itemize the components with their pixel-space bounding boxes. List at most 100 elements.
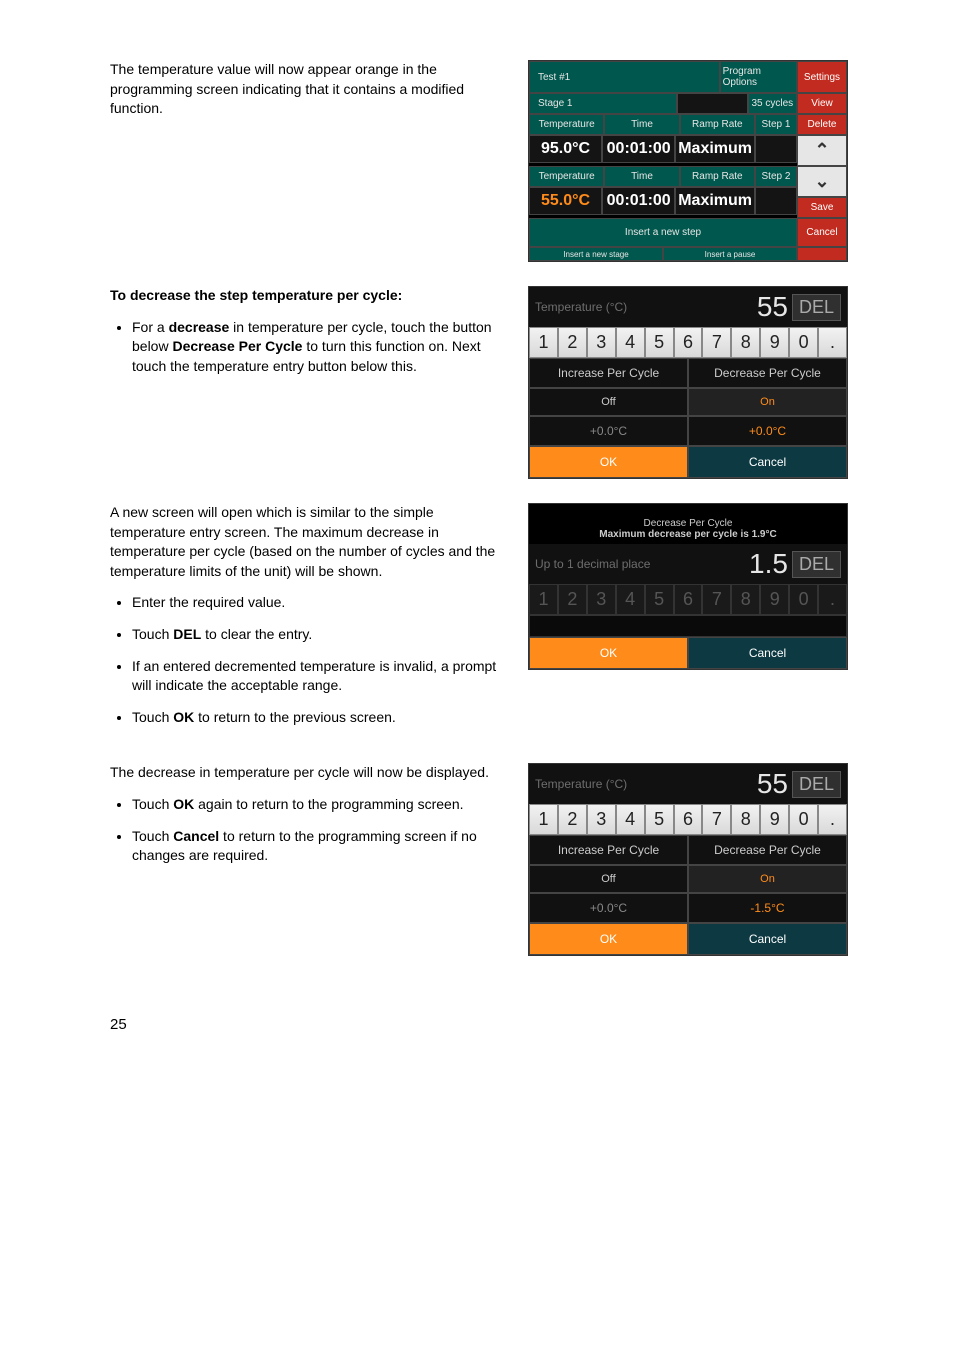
kp3-dec-value-button[interactable]: -1.5°C <box>688 893 847 923</box>
kp3-key-9[interactable]: 9 <box>760 804 789 835</box>
key-7[interactable]: 7 <box>702 327 731 358</box>
cancel-button[interactable]: Cancel <box>797 218 847 247</box>
kp3-inc-off-button[interactable]: Off <box>529 865 688 893</box>
kp1-del-button[interactable]: DEL <box>792 294 841 321</box>
insert-step-button[interactable]: Insert a new step <box>529 218 797 247</box>
page-number: 25 <box>110 1016 904 1033</box>
kp3-key-6[interactable]: 6 <box>674 804 703 835</box>
kp1-dec-header: Decrease Per Cycle <box>688 358 847 388</box>
keypad-panel-1: Temperature (°C) 55 DEL 1 2 3 4 5 6 7 8 … <box>528 286 848 479</box>
delete-button[interactable]: Delete <box>797 114 847 135</box>
keypad-panel-2: Decrease Per Cycle Maximum decrease per … <box>528 503 848 670</box>
key-0[interactable]: 0 <box>789 327 818 358</box>
step2-spacer <box>755 187 797 215</box>
entry-paragraph: A new screen will open which is similar … <box>110 503 510 581</box>
kp2-key-5[interactable]: 5 <box>645 584 674 615</box>
bullet-cancel: Touch Cancel to return to the programmin… <box>132 827 510 866</box>
program-options-button[interactable]: Program Options <box>720 61 797 93</box>
cycles-button[interactable]: 35 cycles <box>748 93 797 114</box>
kp1-inc-off-button[interactable]: Off <box>529 388 688 416</box>
kp2-key-8[interactable]: 8 <box>731 584 760 615</box>
intro-paragraph: The temperature value will now appear or… <box>110 60 510 119</box>
col-temp-2: Temperature <box>529 166 604 187</box>
kp2-spacer <box>529 615 847 637</box>
kp3-key-3[interactable]: 3 <box>587 804 616 835</box>
kp3-inc-value-button[interactable]: +0.0°C <box>529 893 688 923</box>
kp2-key-9[interactable]: 9 <box>760 584 789 615</box>
row-intro: The temperature value will now appear or… <box>110 60 904 262</box>
settings-button[interactable]: Settings <box>797 61 847 93</box>
result-paragraph: The decrease in temperature per cycle wi… <box>110 763 510 783</box>
kp3-key-8[interactable]: 8 <box>731 804 760 835</box>
programming-screen: Test #1 Program Options Settings Stage 1… <box>528 60 848 262</box>
key-8[interactable]: 8 <box>731 327 760 358</box>
step1-time-button[interactable]: 00:01:00 <box>602 135 675 163</box>
down-arrow-button[interactable]: ⌄ <box>797 166 847 197</box>
keypad-panel-3: Temperature (°C) 55 DEL 1 2 3 4 5 6 7 8 … <box>528 763 848 956</box>
kp1-inc-value-button[interactable]: +0.0°C <box>529 416 688 446</box>
step2-time-button[interactable]: 00:01:00 <box>602 187 675 215</box>
view-button[interactable]: View <box>797 93 847 114</box>
kp3-key-5[interactable]: 5 <box>645 804 674 835</box>
kp3-dec-header: Decrease Per Cycle <box>688 835 847 865</box>
kp2-value: 1.5 <box>749 548 788 580</box>
insert-pause-button[interactable]: Insert a pause <box>663 247 797 261</box>
kp2-cancel-button[interactable]: Cancel <box>688 637 847 669</box>
kp2-ok-button[interactable]: OK <box>529 637 688 669</box>
kp3-key-1[interactable]: 1 <box>529 804 558 835</box>
step1-temp-button[interactable]: 95.0°C <box>529 135 602 163</box>
row-result: The decrease in temperature per cycle wi… <box>110 763 904 956</box>
kp3-inc-header: Increase Per Cycle <box>529 835 688 865</box>
col-temp: Temperature <box>529 114 604 135</box>
key-4[interactable]: 4 <box>616 327 645 358</box>
key-3[interactable]: 3 <box>587 327 616 358</box>
save-button[interactable]: Save <box>797 197 847 218</box>
step1-ramp-button[interactable]: Maximum <box>675 135 755 163</box>
decrease-instruction: For a decrease in temperature per cycle,… <box>132 318 510 377</box>
key-1[interactable]: 1 <box>529 327 558 358</box>
up-arrow-button[interactable]: ⌃ <box>797 135 847 166</box>
kp2-key-2[interactable]: 2 <box>558 584 587 615</box>
step2-ramp-button[interactable]: Maximum <box>675 187 755 215</box>
kp2-key-4[interactable]: 4 <box>616 584 645 615</box>
kp3-key-dot[interactable]: . <box>818 804 847 835</box>
kp2-header: Decrease Per Cycle Maximum decrease per … <box>529 504 847 544</box>
step2-temp-button[interactable]: 55.0°C <box>529 187 602 215</box>
key-6[interactable]: 6 <box>674 327 703 358</box>
kp3-cancel-button[interactable]: Cancel <box>688 923 847 955</box>
step2-tag: Step 2 <box>755 166 797 187</box>
kp2-key-3[interactable]: 3 <box>587 584 616 615</box>
kp3-key-4[interactable]: 4 <box>616 804 645 835</box>
key-9[interactable]: 9 <box>760 327 789 358</box>
kp1-dec-value-button[interactable]: +0.0°C <box>688 416 847 446</box>
kp3-key-7[interactable]: 7 <box>702 804 731 835</box>
kp3-del-button[interactable]: DEL <box>792 771 841 798</box>
footer-spacer <box>797 247 847 261</box>
kp2-del-button[interactable]: DEL <box>792 551 841 578</box>
key-5[interactable]: 5 <box>645 327 674 358</box>
kp3-dec-on-button[interactable]: On <box>688 865 847 893</box>
kp3-ok-button[interactable]: OK <box>529 923 688 955</box>
bullet-enter-value: Enter the required value. <box>132 593 510 613</box>
insert-stage-button[interactable]: Insert a new stage <box>529 247 663 261</box>
kp2-key-7[interactable]: 7 <box>702 584 731 615</box>
kp2-key-6[interactable]: 6 <box>674 584 703 615</box>
bullet-ok-again: Touch OK again to return to the programm… <box>132 795 510 815</box>
kp2-key-0[interactable]: 0 <box>789 584 818 615</box>
kp1-cancel-button[interactable]: Cancel <box>688 446 847 478</box>
kp1-label: Temperature (°C) <box>535 300 757 314</box>
kp1-dec-on-button[interactable]: On <box>688 388 847 416</box>
kp3-key-0[interactable]: 0 <box>789 804 818 835</box>
kp3-label: Temperature (°C) <box>535 777 757 791</box>
bullet-invalid: If an entered decremented temperature is… <box>132 657 510 696</box>
kp2-key-1[interactable]: 1 <box>529 584 558 615</box>
kp3-key-2[interactable]: 2 <box>558 804 587 835</box>
key-2[interactable]: 2 <box>558 327 587 358</box>
key-dot[interactable]: . <box>818 327 847 358</box>
kp2-key-dot[interactable]: . <box>818 584 847 615</box>
test-title: Test #1 <box>529 61 720 93</box>
kp1-ok-button[interactable]: OK <box>529 446 688 478</box>
kp1-inc-header: Increase Per Cycle <box>529 358 688 388</box>
bullet-del: Touch DEL to clear the entry. <box>132 625 510 645</box>
text-block: The temperature value will now appear or… <box>110 60 510 131</box>
